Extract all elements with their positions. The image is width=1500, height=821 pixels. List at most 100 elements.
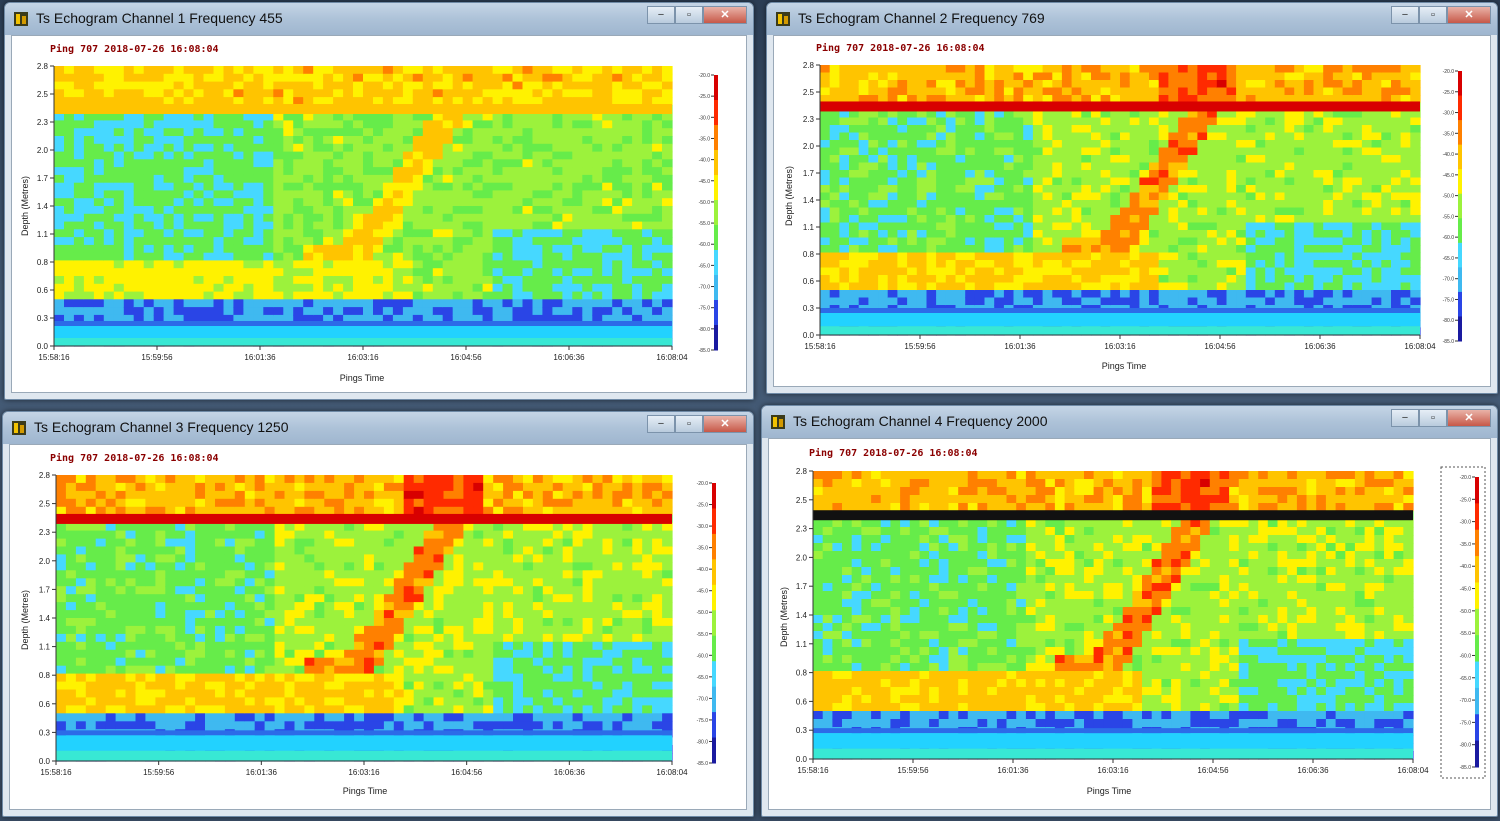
maximize-button[interactable]: ▫ bbox=[675, 415, 703, 433]
minimize-button[interactable]: − bbox=[1391, 409, 1419, 427]
x-tick-label: 15:59:56 bbox=[141, 353, 173, 362]
scale-tick-label: -75.0 bbox=[697, 718, 709, 724]
x-tick-label: 16:08:04 bbox=[1404, 342, 1436, 351]
scale-tick-label: -75.0 bbox=[1460, 720, 1472, 726]
scale-tick-label: -80.0 bbox=[699, 327, 711, 333]
echogram-plot: 0.0 0.3 0.6 0.8 1.1 1.4 1.7 2.0 2.3 2.5 2.8 15:58:1… bbox=[39, 471, 716, 777]
echogram-window-channel-1[interactable]: Ts Echogram Channel 1 Frequency 455 − ▫ … bbox=[4, 2, 754, 400]
y-tick-label: 0.8 bbox=[37, 258, 49, 267]
scale-tick-label: -55.0 bbox=[1443, 214, 1455, 220]
scale-tick-label: -70.0 bbox=[1460, 698, 1472, 704]
color-scale-segment bbox=[1475, 635, 1479, 663]
y-tick-label: 1.4 bbox=[796, 611, 808, 620]
color-scale-segment bbox=[1475, 714, 1479, 742]
title-bar[interactable]: Ts Echogram Channel 2 Frequency 769 − ▫ … bbox=[767, 3, 1497, 35]
x-tick-label: 16:04:56 bbox=[1204, 342, 1236, 351]
color-scale-segment bbox=[712, 584, 716, 611]
color-scale-segment bbox=[1475, 740, 1479, 768]
color-scale-segment bbox=[714, 125, 718, 151]
title-bar[interactable]: Ts Echogram Channel 1 Frequency 455 − ▫ … bbox=[5, 3, 753, 35]
x-tick-label: 16:04:56 bbox=[450, 353, 482, 362]
scale-tick-label: -40.0 bbox=[699, 158, 711, 164]
y-tick-label: 2.8 bbox=[796, 467, 808, 476]
window-title: Ts Echogram Channel 2 Frequency 769 bbox=[798, 10, 1045, 26]
maximize-button[interactable]: ▫ bbox=[675, 6, 703, 24]
color-scale-segment bbox=[1458, 242, 1462, 268]
chart-area: Ping 707 2018-07-26 16:08:04 Depth (Metr… bbox=[773, 35, 1491, 387]
y-tick-label: 0.8 bbox=[39, 671, 51, 680]
color-scale-segment bbox=[712, 737, 716, 764]
scale-tick-label: -30.0 bbox=[699, 115, 711, 121]
scale-tick-label: -55.0 bbox=[697, 632, 709, 638]
y-tick-label: 2.5 bbox=[803, 88, 815, 97]
x-tick-label: 16:03:16 bbox=[1097, 766, 1129, 775]
y-axis-label: Depth (Metres) bbox=[20, 590, 30, 650]
echogram-window-channel-2[interactable]: Ts Echogram Channel 2 Frequency 769 − ▫ … bbox=[766, 2, 1498, 394]
x-tick-label: 16:06:36 bbox=[554, 768, 586, 777]
scale-tick-label: -70.0 bbox=[1443, 277, 1455, 283]
chart-area: Ping 707 2018-07-26 16:08:04 Depth (Metr… bbox=[768, 438, 1491, 810]
color-scale-segment bbox=[714, 325, 718, 351]
ping-label: Ping 707 2018-07-26 16:08:04 bbox=[50, 452, 219, 464]
y-tick-label: 2.0 bbox=[796, 553, 808, 562]
y-tick-label: 1.7 bbox=[39, 585, 51, 594]
title-bar[interactable]: Ts Echogram Channel 4 Frequency 2000 − ▫… bbox=[762, 406, 1497, 438]
scale-tick-label: -25.0 bbox=[1460, 497, 1472, 503]
y-tick-label: 0.0 bbox=[803, 331, 815, 340]
scale-tick-label: -45.0 bbox=[699, 179, 711, 185]
y-tick-label: 0.6 bbox=[37, 286, 49, 295]
y-tick-label: 1.1 bbox=[37, 230, 49, 239]
x-axis-label: Pings Time bbox=[1087, 786, 1132, 796]
x-tick-label: 16:06:36 bbox=[553, 353, 585, 362]
scale-tick-label: -75.0 bbox=[699, 306, 711, 312]
x-tick-label: 16:03:16 bbox=[348, 768, 380, 777]
scale-tick-label: -70.0 bbox=[697, 696, 709, 702]
scale-tick-label: -20.0 bbox=[697, 481, 709, 487]
y-tick-label: 1.1 bbox=[796, 640, 808, 649]
scale-tick-label: -45.0 bbox=[697, 589, 709, 595]
close-button[interactable]: ✕ bbox=[703, 415, 747, 433]
x-axis-label: Pings Time bbox=[1102, 361, 1147, 371]
title-bar[interactable]: Ts Echogram Channel 3 Frequency 1250 − ▫… bbox=[3, 412, 753, 444]
y-tick-label: 1.7 bbox=[796, 582, 808, 591]
scale-tick-label: -50.0 bbox=[697, 610, 709, 616]
color-scale-segment bbox=[1475, 582, 1479, 610]
echogram-window-channel-4[interactable]: Ts Echogram Channel 4 Frequency 2000 − ▫… bbox=[761, 405, 1498, 817]
surface-echo-line bbox=[813, 510, 1413, 521]
color-scale-segment bbox=[1458, 267, 1462, 293]
color-scale-segment bbox=[1475, 556, 1479, 583]
y-tick-label: 2.8 bbox=[803, 61, 815, 70]
seabed-echo-band bbox=[813, 728, 1413, 734]
color-scale-segment bbox=[1458, 120, 1462, 146]
close-button[interactable]: ✕ bbox=[1447, 409, 1491, 427]
surface-echo-line bbox=[56, 513, 672, 524]
color-scale-segment bbox=[714, 250, 718, 276]
x-tick-label: 16:03:16 bbox=[347, 353, 379, 362]
close-button[interactable]: ✕ bbox=[703, 6, 747, 24]
ping-label: Ping 707 2018-07-26 16:08:04 bbox=[50, 43, 219, 55]
scale-tick-label: -25.0 bbox=[697, 503, 709, 509]
echogram-plot: 0.0 0.3 0.6 0.8 1.1 1.4 1.7 2.0 2.3 2.5 2.8 15:58:1… bbox=[796, 467, 1479, 775]
y-tick-label: 1.7 bbox=[37, 174, 49, 183]
x-tick-label: 16:01:36 bbox=[244, 353, 276, 362]
x-tick-label: 15:58:16 bbox=[38, 353, 70, 362]
x-tick-label: 16:04:56 bbox=[451, 768, 483, 777]
scale-tick-label: -55.0 bbox=[1460, 631, 1472, 637]
minimize-button[interactable]: − bbox=[647, 6, 675, 24]
close-button[interactable]: ✕ bbox=[1447, 6, 1491, 24]
seabed-echo-band bbox=[820, 308, 1420, 313]
echogram-window-channel-3[interactable]: Ts Echogram Channel 3 Frequency 1250 − ▫… bbox=[2, 411, 754, 817]
maximize-button[interactable]: ▫ bbox=[1419, 6, 1447, 24]
color-scale-segment bbox=[714, 200, 718, 226]
scale-tick-label: -65.0 bbox=[699, 263, 711, 269]
minimize-button[interactable]: − bbox=[647, 415, 675, 433]
scale-tick-label: -80.0 bbox=[697, 739, 709, 745]
chart-area: Ping 707 2018-07-26 16:08:04 Depth (Metr… bbox=[9, 444, 747, 810]
color-scale-segment bbox=[1458, 218, 1462, 244]
scale-tick-label: -70.0 bbox=[699, 285, 711, 291]
minimize-button[interactable]: − bbox=[1391, 6, 1419, 24]
color-scale-segment bbox=[1458, 144, 1462, 170]
color-scale-segment bbox=[1475, 608, 1479, 636]
x-tick-label: 16:06:36 bbox=[1297, 766, 1329, 775]
maximize-button[interactable]: ▫ bbox=[1419, 409, 1447, 427]
